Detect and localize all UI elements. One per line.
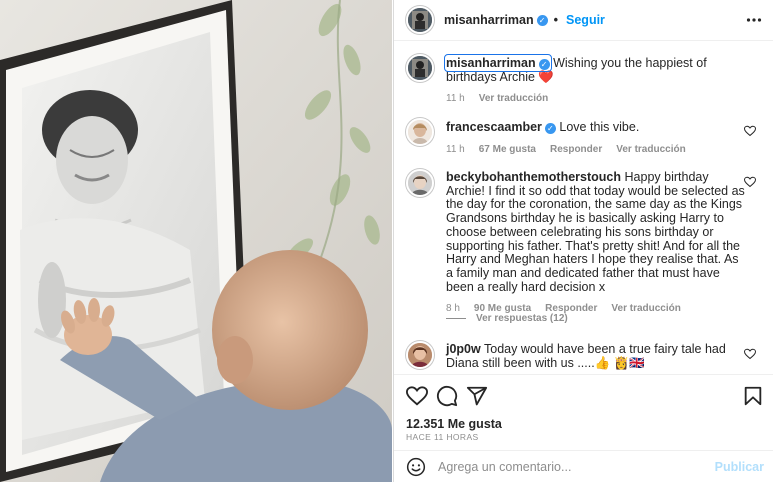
like-comment-heart-icon[interactable] (744, 176, 756, 188)
comment-text: j0p0w Today would have been a true fairy… (446, 342, 746, 370)
add-comment-bar: Publicar (394, 450, 773, 482)
view-replies-button[interactable]: Ver respuestas (12) (446, 313, 568, 324)
comment-item: francescaamber ✓ Love this vibe. 11 h 67 … (406, 118, 762, 156)
emoji-icon[interactable] (406, 457, 426, 477)
verified-icon: ✓ (538, 59, 550, 70)
follow-button[interactable]: Seguir (566, 13, 605, 27)
comment-body: Happy birthday Archie! I find it so odd … (446, 170, 745, 294)
post-sidebar: misanharriman ✓ • Seguir misanharriman ✓ … (393, 0, 773, 482)
verified-icon: ✓ (536, 14, 548, 26)
instagram-post-modal: misanharriman ✓ • Seguir misanharriman ✓ … (0, 0, 773, 482)
bookmark-icon[interactable] (742, 385, 764, 407)
comment-author[interactable]: francescaamber (446, 120, 542, 134)
comment-time[interactable]: 11 h (446, 143, 465, 157)
caption-time[interactable]: 11 h (446, 92, 465, 106)
view-replies-label: Ver respuestas (12) (476, 313, 568, 324)
comment-input[interactable] (438, 459, 708, 474)
post-photo[interactable] (0, 0, 392, 482)
post-actions: 12.351 Me gusta HACE 11 HORAS (394, 374, 773, 450)
commenter-avatar[interactable] (406, 169, 434, 197)
caption-translate-link[interactable]: Ver traducción (479, 92, 548, 106)
comment-likes[interactable]: 67 Me gusta (479, 143, 536, 157)
translate-link[interactable]: Ver traducción (611, 302, 680, 316)
like-comment-heart-icon[interactable] (744, 348, 756, 360)
post-comment-button[interactable]: Publicar (715, 460, 764, 474)
comment-item: beckybohanthemotherstouch Happy birthday… (406, 169, 762, 316)
comment-item: j0p0w Today would have been a true fairy… (406, 341, 762, 370)
post-header: misanharriman ✓ • Seguir (394, 0, 773, 41)
comment-text: francescaamber ✓ Love this vibe. (446, 120, 746, 135)
caption: misanharriman ✓ Wishing you the happiest … (406, 54, 762, 106)
reply-button[interactable]: Responder (550, 143, 602, 157)
author-username[interactable]: misanharriman (444, 13, 534, 27)
commenter-avatar[interactable] (406, 118, 434, 146)
commenter-avatar[interactable] (406, 341, 434, 369)
caption-text: misanharriman ✓ Wishing you the happiest … (444, 54, 756, 84)
more-options-icon[interactable] (746, 12, 762, 28)
comment-text: beckybohanthemotherstouch Happy birthday… (446, 170, 746, 294)
separator-dot: • (553, 13, 559, 27)
caption-avatar[interactable] (406, 54, 434, 82)
comment-author[interactable]: beckybohanthemotherstouch (446, 170, 621, 184)
post-timestamp[interactable]: HACE 11 HORAS (406, 432, 479, 442)
share-icon[interactable] (466, 385, 488, 407)
comment-body: Today would have been a true fairy tale … (446, 342, 726, 370)
caption-meta: 11 h Ver traducción (446, 92, 756, 106)
translate-link[interactable]: Ver traducción (616, 143, 685, 157)
verified-icon: ✓ (544, 123, 556, 134)
comment-author[interactable]: j0p0w (446, 342, 481, 356)
comment-body: Love this vibe. (559, 120, 640, 134)
author-avatar[interactable] (406, 6, 434, 34)
comment-meta: 11 h 67 Me gusta Responder Ver traducció… (446, 143, 746, 157)
caption-author[interactable]: misanharriman (446, 56, 536, 70)
replies-divider (446, 318, 466, 319)
heart-icon[interactable] (406, 385, 428, 407)
comments-list[interactable]: misanharriman ✓ Wishing you the happiest … (394, 44, 773, 374)
like-comment-heart-icon[interactable] (744, 125, 756, 137)
like-count[interactable]: 12.351 Me gusta (406, 417, 502, 431)
comment-icon[interactable] (436, 385, 458, 407)
